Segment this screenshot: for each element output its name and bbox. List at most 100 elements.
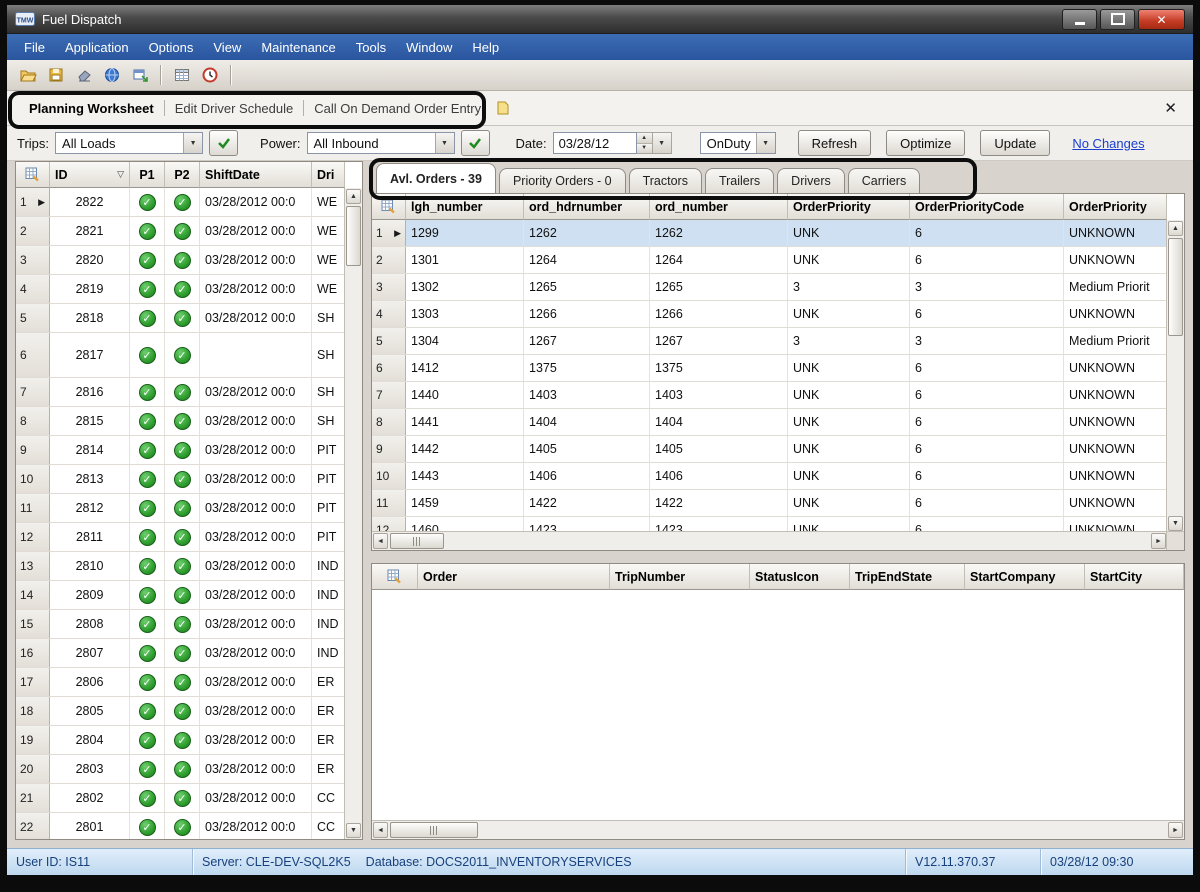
column-header-tripnumber[interactable]: TripNumber: [610, 564, 750, 590]
power-dropdown[interactable]: All Inbound: [307, 132, 455, 154]
column-header-orderprioritycode[interactable]: OrderPriorityCode: [910, 194, 1064, 220]
scroll-down-icon[interactable]: [1168, 516, 1183, 531]
order-row[interactable]: 7144014031403UNK6UNKNOWN: [372, 382, 1167, 409]
order-row[interactable]: 8144114041404UNK6UNKNOWN: [372, 409, 1167, 436]
trips-hscroll[interactable]: [372, 820, 1184, 839]
tab-avl-orders[interactable]: Avl. Orders - 39: [376, 163, 496, 193]
grid-customize-button[interactable]: [372, 194, 406, 220]
worksheet-row[interactable]: 92814✓✓03/28/2012 00:0PIT: [16, 436, 345, 465]
order-row[interactable]: 4130312661266UNK6UNKNOWN: [372, 301, 1167, 328]
menu-item-options[interactable]: Options: [140, 37, 203, 58]
column-header-orderpriority[interactable]: OrderPriority: [788, 194, 910, 220]
menu-item-application[interactable]: Application: [56, 37, 138, 58]
grid-customize-button[interactable]: [16, 162, 50, 188]
worksheet-row[interactable]: 132810✓✓03/28/2012 00:0IND: [16, 552, 345, 581]
worksheet-row[interactable]: 112812✓✓03/28/2012 00:0PIT: [16, 494, 345, 523]
column-header-id[interactable]: ID ▽: [50, 162, 130, 188]
order-row[interactable]: 313021265126533Medium Priorit: [372, 274, 1167, 301]
worksheet-row[interactable]: 52818✓✓03/28/2012 00:0SH: [16, 304, 345, 333]
column-header-startcompany[interactable]: StartCompany: [965, 564, 1085, 590]
worksheet-row[interactable]: 192804✓✓03/28/2012 00:0ER: [16, 726, 345, 755]
menu-item-maintenance[interactable]: Maintenance: [252, 37, 344, 58]
column-header-tripendstate[interactable]: TripEndState: [850, 564, 965, 590]
order-row[interactable]: 513041267126733Medium Priorit: [372, 328, 1167, 355]
dropdown-arrow-icon[interactable]: [183, 133, 202, 153]
worksheet-row[interactable]: 1▶2822✓✓03/28/2012 00:0WE: [16, 188, 345, 217]
worksheet-row[interactable]: 122811✓✓03/28/2012 00:0PIT: [16, 523, 345, 552]
date-dropdown-arrow-icon[interactable]: [653, 132, 672, 154]
tab-tractors[interactable]: Tractors: [629, 168, 702, 193]
menu-item-tools[interactable]: Tools: [347, 37, 395, 58]
order-row[interactable]: 6141213751375UNK6UNKNOWN: [372, 355, 1167, 382]
dropdown-arrow-icon[interactable]: [435, 133, 454, 153]
scroll-left-icon[interactable]: [373, 822, 388, 838]
tab-planning-worksheet[interactable]: Planning Worksheet: [19, 95, 164, 122]
worksheet-row[interactable]: 42819✓✓03/28/2012 00:0WE: [16, 275, 345, 304]
order-row[interactable]: 1▶129912621262UNK6UNKNOWN: [372, 220, 1167, 247]
tab-call-on-demand-order-entry[interactable]: Call On Demand Order Entry: [304, 95, 491, 122]
maximize-button[interactable]: [1100, 9, 1135, 30]
scroll-up-icon[interactable]: [346, 189, 361, 204]
power-filter-button[interactable]: [461, 130, 490, 156]
worksheet-row[interactable]: 202803✓✓03/28/2012 00:0ER: [16, 755, 345, 784]
scroll-left-icon[interactable]: [373, 533, 388, 549]
close-button[interactable]: [1138, 9, 1185, 30]
menu-item-view[interactable]: View: [204, 37, 250, 58]
tab-carriers[interactable]: Carriers: [848, 168, 920, 193]
column-header-order[interactable]: Order: [418, 564, 610, 590]
worksheet-row[interactable]: 212802✓✓03/28/2012 00:0CC: [16, 784, 345, 813]
clear-icon[interactable]: [71, 63, 96, 88]
open-icon[interactable]: [15, 63, 40, 88]
column-header-ord-number[interactable]: ord_number: [650, 194, 788, 220]
tab-trailers[interactable]: Trailers: [705, 168, 774, 193]
column-header-startcity[interactable]: StartCity: [1085, 564, 1184, 590]
update-button[interactable]: Update: [980, 130, 1050, 156]
no-changes-link[interactable]: No Changes: [1072, 136, 1144, 151]
spin-up-icon[interactable]: [637, 133, 652, 143]
order-row[interactable]: 12146014231423UNK6UNKNOWN: [372, 517, 1167, 532]
order-row[interactable]: 9144214051405UNK6UNKNOWN: [372, 436, 1167, 463]
scroll-down-icon[interactable]: [346, 823, 361, 838]
refresh-button[interactable]: Refresh: [798, 130, 872, 156]
scheduler-clock-icon[interactable]: [197, 63, 222, 88]
date-input[interactable]: 03/28/12: [553, 132, 637, 154]
column-header-driver[interactable]: Dri: [312, 162, 345, 188]
worksheet-row[interactable]: 82815✓✓03/28/2012 00:0SH: [16, 407, 345, 436]
minimize-button[interactable]: [1062, 9, 1097, 30]
orders-vscroll[interactable]: [1166, 220, 1184, 532]
worksheet-row[interactable]: 222801✓✓03/28/2012 00:0CC: [16, 813, 345, 839]
worksheet-row[interactable]: 62817✓✓SH: [16, 333, 345, 378]
order-row[interactable]: 11145914221422UNK6UNKNOWN: [372, 490, 1167, 517]
worksheet-row[interactable]: 22821✓✓03/28/2012 00:0WE: [16, 217, 345, 246]
menu-item-help[interactable]: Help: [463, 37, 508, 58]
column-header-p1[interactable]: P1: [130, 162, 165, 188]
scroll-up-icon[interactable]: [1168, 221, 1183, 236]
scroll-thumb[interactable]: [390, 822, 478, 838]
column-header-lgh-number[interactable]: lgh_number: [406, 194, 524, 220]
detach-window-icon[interactable]: [127, 63, 152, 88]
order-row[interactable]: 10144314061406UNK6UNKNOWN: [372, 463, 1167, 490]
worksheet-row[interactable]: 172806✓✓03/28/2012 00:0ER: [16, 668, 345, 697]
column-header-statusicon[interactable]: StatusIcon: [750, 564, 850, 590]
scroll-thumb[interactable]: [1168, 238, 1183, 336]
worksheet-row[interactable]: 162807✓✓03/28/2012 00:0IND: [16, 639, 345, 668]
scroll-thumb[interactable]: [390, 533, 444, 549]
duty-status-dropdown[interactable]: OnDuty: [700, 132, 776, 154]
refresh-globe-icon[interactable]: [99, 63, 124, 88]
worksheet-row[interactable]: 182805✓✓03/28/2012 00:0ER: [16, 697, 345, 726]
orders-hscroll[interactable]: [372, 531, 1167, 550]
column-header-orderpriority-desc[interactable]: OrderPriority: [1064, 194, 1167, 220]
worksheet-row[interactable]: 72816✓✓03/28/2012 00:0SH: [16, 378, 345, 407]
menu-item-window[interactable]: Window: [397, 37, 461, 58]
grid-customize-button[interactable]: [372, 564, 418, 590]
trips-filter-button[interactable]: [209, 130, 238, 156]
column-header-shiftdate[interactable]: ShiftDate: [200, 162, 312, 188]
spin-down-icon[interactable]: [637, 143, 652, 154]
worksheet-row[interactable]: 152808✓✓03/28/2012 00:0IND: [16, 610, 345, 639]
date-spinner[interactable]: [637, 132, 653, 154]
menu-item-file[interactable]: File: [15, 37, 54, 58]
scroll-thumb[interactable]: [346, 206, 361, 266]
order-row[interactable]: 2130112641264UNK6UNKNOWN: [372, 247, 1167, 274]
worksheet-row[interactable]: 142809✓✓03/28/2012 00:0IND: [16, 581, 345, 610]
dropdown-arrow-icon[interactable]: [756, 133, 775, 153]
